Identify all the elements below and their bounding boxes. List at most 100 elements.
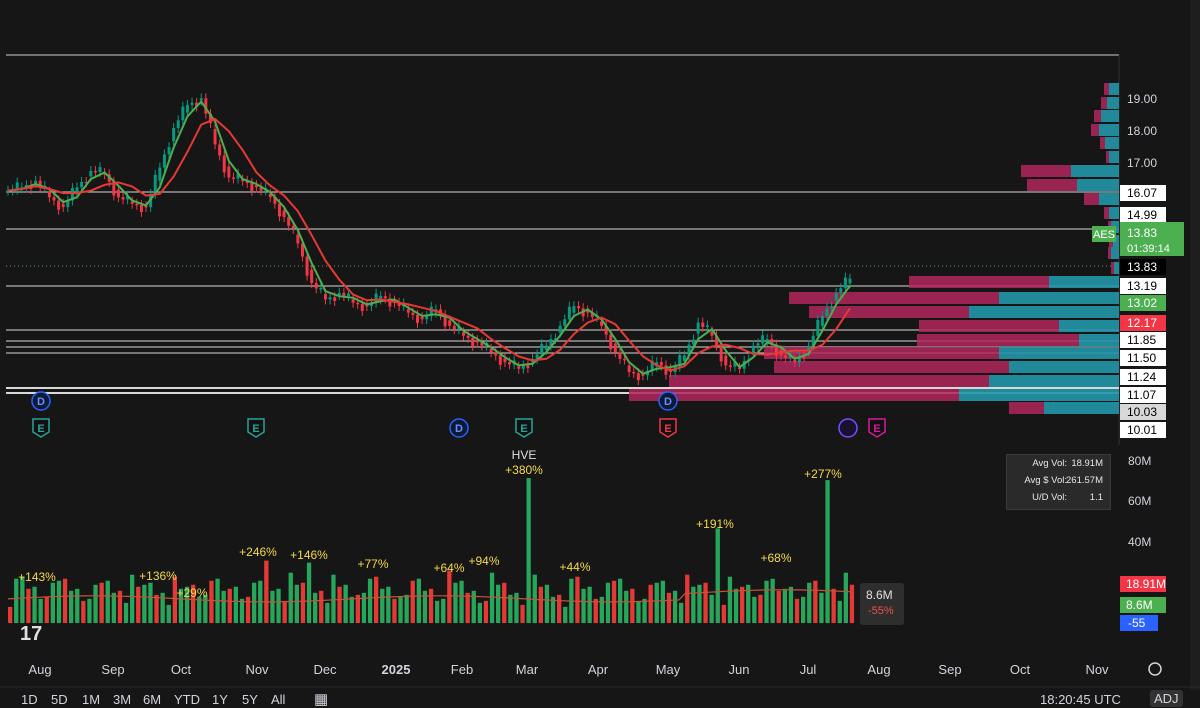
candle-down <box>277 203 281 217</box>
candle-down <box>135 203 139 206</box>
vp-up-bar <box>1114 262 1119 274</box>
volume-bar-up <box>715 528 720 623</box>
candle-down <box>213 129 217 145</box>
vp-up-bar <box>1077 179 1119 191</box>
volume-bar-up <box>563 606 568 623</box>
volume-bar-up <box>587 586 592 623</box>
volume-axis-label: 80M <box>1128 454 1151 468</box>
candle-up <box>696 322 700 334</box>
price-label: 14.99 <box>1127 208 1157 222</box>
volume-bar-down <box>740 586 745 623</box>
vp-up-bar <box>999 292 1119 304</box>
vp-down-bar <box>789 292 999 304</box>
adjust-toggle[interactable]: ADJ <box>1150 690 1183 707</box>
candle-down <box>250 182 254 192</box>
volume-tooltip: 8.6M -55% <box>860 583 904 625</box>
price-label: 13.02 <box>1127 296 1157 310</box>
candle-down <box>282 210 286 218</box>
volume-bar-up <box>380 588 385 623</box>
tf-ytd[interactable]: YTD <box>174 692 200 707</box>
volume-bar-up <box>819 592 824 623</box>
volume-bar-down <box>99 582 104 623</box>
candle-down <box>415 314 419 323</box>
volume-bar-down <box>557 594 562 623</box>
volume-bar-down <box>26 588 31 623</box>
vp-down-bar <box>1106 151 1109 163</box>
candle-down <box>613 343 617 353</box>
right-scrollbar <box>1190 0 1200 690</box>
tradingview-logo: 17 <box>20 623 42 645</box>
volume-bar-down <box>337 586 342 623</box>
volume-bar-down <box>721 604 726 623</box>
x-axis-month-label: Nov <box>1085 662 1109 677</box>
volume-bar-down <box>794 598 800 623</box>
candle-down <box>636 373 640 381</box>
price-chart[interactable]: 19.00 18.00 17.00 16.07 14.99 13.83 13.19 13.02… <box>0 0 1200 690</box>
volume-bar-up <box>471 590 476 623</box>
volume-bar-up <box>801 596 806 623</box>
volume-bar-up <box>386 586 391 623</box>
candle-up <box>190 102 194 105</box>
x-axis-month-label: Oct <box>171 662 192 677</box>
volume-bar-up <box>770 578 775 623</box>
candle-down <box>323 293 327 300</box>
tf-5d[interactable]: 5D <box>51 692 68 707</box>
volume-bar-up <box>544 584 550 623</box>
candle-up <box>572 306 576 313</box>
candle-up <box>181 106 185 121</box>
event-marker-label: E <box>873 423 880 435</box>
calendar-icon[interactable]: ▦ <box>314 690 328 708</box>
volume-bar-up <box>733 588 739 623</box>
tf-5y[interactable]: 5Y <box>242 692 258 707</box>
volume-bar-down <box>758 594 763 623</box>
event-marker-label: E <box>37 423 44 435</box>
volume-bar-up <box>526 478 531 623</box>
vp-down-bar <box>1104 83 1109 95</box>
candle-up <box>337 292 341 296</box>
candle-up <box>843 277 847 289</box>
price-label: 13.19 <box>1127 279 1157 293</box>
ud-volume-label: -55 <box>1128 616 1146 630</box>
candle-down <box>296 234 300 244</box>
candle-up <box>185 104 189 113</box>
x-axis-month-label: Sep <box>101 662 124 677</box>
hve-label: HVE <box>512 448 537 462</box>
volume-bar-down <box>410 580 415 623</box>
volume-bar-down <box>282 600 287 623</box>
volume-bar-down <box>154 594 159 623</box>
volume-bar-up <box>361 592 367 623</box>
candle-down <box>793 359 797 363</box>
volume-bar-up <box>508 594 513 623</box>
volume-bar-up <box>288 572 293 623</box>
volume-bar-down <box>209 580 214 623</box>
volume-bar-down <box>300 582 306 623</box>
event-marker-label: D <box>455 423 463 435</box>
volume-bar-up <box>14 578 19 623</box>
vp-up-bar <box>1109 207 1119 219</box>
volume-annotation: +68% <box>760 551 791 565</box>
x-axis-month-label: May <box>656 662 681 677</box>
volume-last-pct: -55% <box>868 605 894 617</box>
tf-1m[interactable]: 1M <box>82 692 100 707</box>
volume-bar-up <box>642 598 647 623</box>
tf-6m[interactable]: 6M <box>143 692 161 707</box>
vp-down-bar <box>669 375 989 387</box>
tf-3m[interactable]: 3M <box>113 692 131 707</box>
vp-up-bar <box>999 347 1119 359</box>
candle-down <box>411 312 415 315</box>
vp-down-bar <box>1104 207 1109 219</box>
clock: 18:20:45 UTC <box>1040 692 1121 707</box>
event-marker-label: E <box>520 423 527 435</box>
volume-bar-down <box>136 586 141 623</box>
price-label: 19.00 <box>1127 92 1157 106</box>
volume-bar-up <box>38 598 43 623</box>
tf-all[interactable]: All <box>271 692 285 707</box>
candle-down <box>121 197 125 200</box>
volume-bar-up <box>123 602 129 623</box>
candle-down <box>310 269 314 283</box>
candle-down <box>517 366 521 369</box>
tf-1d[interactable]: 1D <box>21 692 38 707</box>
tf-1y[interactable]: 1Y <box>212 692 228 707</box>
volume-bar-up <box>788 586 794 623</box>
volume-bar-up <box>654 582 659 623</box>
